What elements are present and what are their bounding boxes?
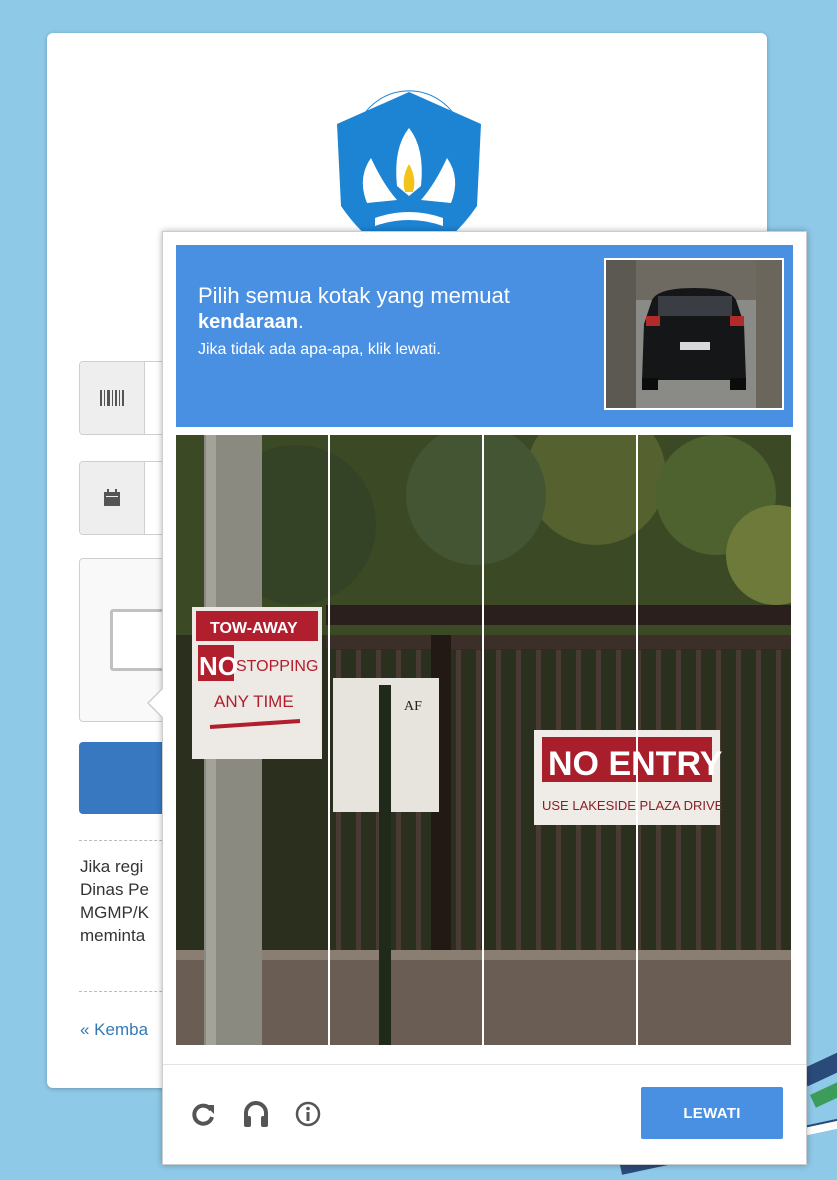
- calendar-icon: [80, 462, 145, 534]
- headphones-icon[interactable]: [239, 1097, 273, 1131]
- barcode-icon: [80, 362, 145, 434]
- info-icon[interactable]: [291, 1097, 325, 1131]
- captcha-tile-4[interactable]: [638, 435, 791, 1045]
- sample-image-car: [604, 258, 784, 410]
- back-link[interactable]: « Kemba: [80, 1020, 148, 1040]
- challenge-header: Pilih semua kotak yang memuat kendaraan.…: [176, 245, 793, 427]
- instruction-target: kendaraan.: [198, 311, 304, 333]
- captcha-tile-1[interactable]: [176, 435, 329, 1045]
- captcha-tile-3[interactable]: [484, 435, 637, 1045]
- grid-divider: [482, 435, 484, 1045]
- grid-divider: [328, 435, 330, 1045]
- reload-icon[interactable]: [186, 1097, 220, 1131]
- grid-divider: [636, 435, 638, 1045]
- captcha-image-grid: TOW-AWAY NO STOPPING ANY TIME AF NO ENTR…: [176, 435, 791, 1045]
- captcha-tile-2[interactable]: [330, 435, 483, 1045]
- instruction-text: Pilih semua kotak yang memuat: [198, 283, 510, 308]
- footer-divider: [163, 1064, 806, 1065]
- instruction-skip-hint: Jika tidak ada apa-apa, klik lewati.: [198, 341, 441, 358]
- skip-button[interactable]: LEWATI: [641, 1087, 783, 1139]
- captcha-challenge-popup: Pilih semua kotak yang memuat kendaraan.…: [147, 231, 807, 1165]
